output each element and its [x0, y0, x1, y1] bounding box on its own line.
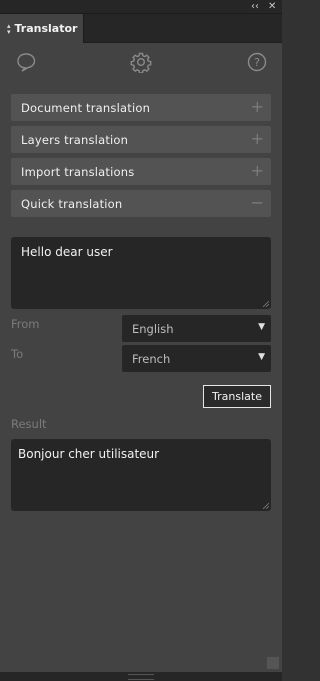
- dropdown-arrow-icon: ▼: [258, 352, 265, 362]
- resize-handle-icon[interactable]: [263, 503, 269, 509]
- svg-text:?: ?: [254, 56, 260, 69]
- from-label: From: [11, 317, 40, 331]
- to-label: To: [11, 347, 24, 361]
- to-language-value: French: [132, 351, 171, 366]
- toolbar: ?: [0, 43, 282, 83]
- panel-title-bar: ‹‹ ✕: [0, 0, 282, 14]
- source-text-input[interactable]: Hello dear user: [11, 237, 271, 309]
- tab-translator[interactable]: ▴ ▾ Translator: [0, 14, 84, 43]
- to-language-select[interactable]: French ▼: [122, 345, 271, 372]
- from-language-value: English: [132, 321, 174, 336]
- section-label: Layers translation: [21, 132, 129, 147]
- section-import-translations[interactable]: Import translations +: [11, 158, 271, 185]
- source-text: Hello dear user: [21, 245, 113, 259]
- resize-handle-icon[interactable]: [263, 301, 269, 307]
- result-text-output[interactable]: Bonjour cher utilisateur: [11, 439, 271, 511]
- section-quick-translation[interactable]: Quick translation −: [11, 190, 271, 217]
- section-layers-translation[interactable]: Layers translation +: [11, 126, 271, 153]
- collapse-icon[interactable]: −: [251, 193, 264, 213]
- tab-title: Translator: [14, 22, 78, 35]
- section-document-translation[interactable]: Document translation +: [11, 94, 271, 121]
- panel-resize-corner[interactable]: [267, 657, 279, 669]
- from-language-select[interactable]: English ▼: [122, 315, 271, 342]
- up-down-arrows-icon: ▴ ▾: [7, 21, 11, 36]
- translator-panel: ? Document translation + Layers translat…: [0, 43, 282, 672]
- result-text: Bonjour cher utilisateur: [18, 447, 160, 461]
- translate-button[interactable]: Translate: [203, 385, 271, 408]
- result-label: Result: [11, 417, 47, 431]
- close-icon[interactable]: ✕: [268, 0, 276, 13]
- double-chevron-left-icon[interactable]: ‹‹: [251, 0, 259, 13]
- section-label: Quick translation: [21, 196, 123, 211]
- gear-icon[interactable]: [130, 51, 152, 73]
- drag-grip-icon[interactable]: [128, 674, 154, 680]
- section-label: Document translation: [21, 100, 151, 115]
- section-label: Import translations: [21, 164, 135, 179]
- tab-bar: ▴ ▾ Translator: [0, 14, 282, 43]
- dropdown-arrow-icon: ▼: [258, 322, 265, 332]
- expand-icon[interactable]: +: [251, 161, 264, 181]
- chat-bubble-icon[interactable]: [15, 51, 37, 73]
- expand-icon[interactable]: +: [251, 97, 264, 117]
- help-icon[interactable]: ?: [246, 51, 268, 73]
- expand-icon[interactable]: +: [251, 129, 264, 149]
